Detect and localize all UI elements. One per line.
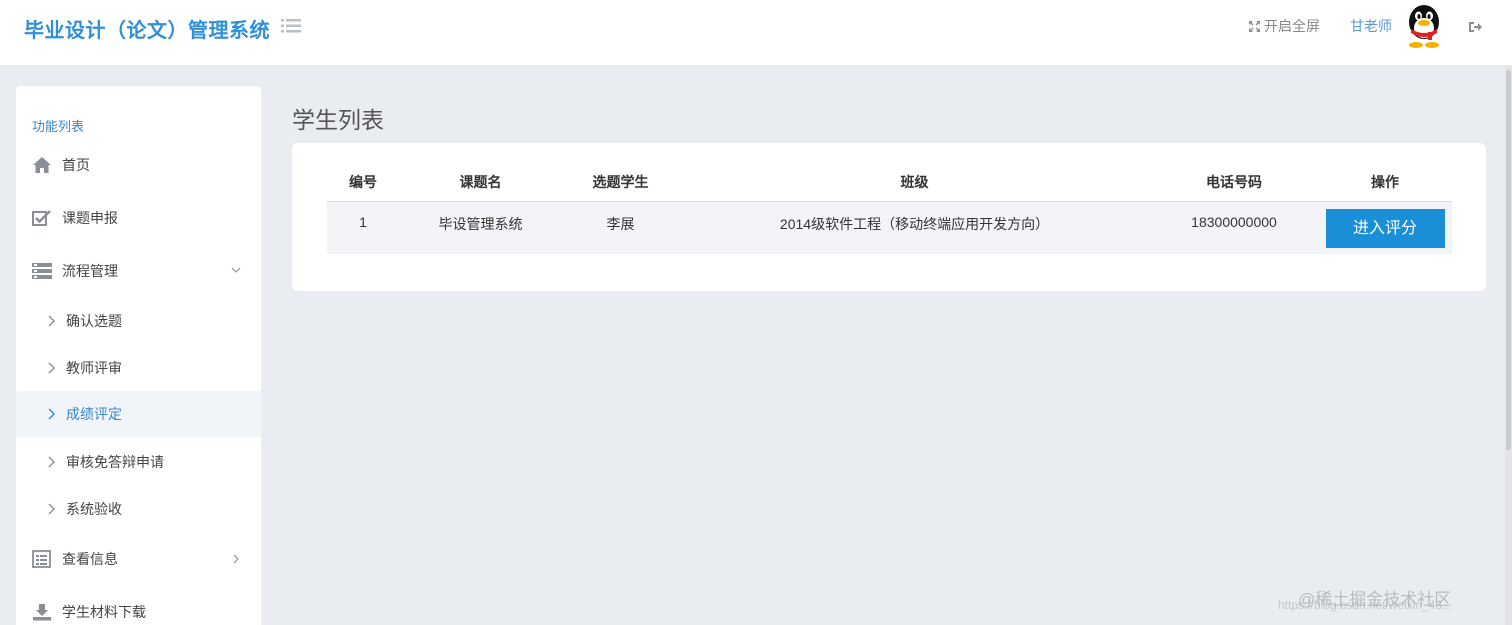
column-header-phone: 电话号码 bbox=[1150, 164, 1318, 202]
sidebar-subitem-acceptance[interactable]: 系统验收 bbox=[16, 486, 261, 532]
sidebar-item-label: 首页 bbox=[62, 157, 90, 173]
sidebar-subitem-confirm-topic[interactable]: 确认选题 bbox=[16, 298, 261, 344]
column-header-action: 操作 bbox=[1318, 164, 1452, 202]
avatar[interactable] bbox=[1403, 4, 1445, 48]
sidebar-subitem-grading[interactable]: 成绩评定 bbox=[16, 391, 261, 437]
username-link[interactable]: 甘老师 bbox=[1350, 0, 1392, 52]
logout-icon[interactable] bbox=[1468, 20, 1483, 34]
sidebar-item-label: 流程管理 bbox=[62, 263, 118, 279]
checkbox-icon bbox=[32, 210, 51, 226]
sidebar: 功能列表 首页 课题申报 流程管理 确认选题 教师评审 成绩评定 审核免答辩申请… bbox=[16, 86, 261, 625]
menu-toggle-icon[interactable] bbox=[281, 18, 301, 34]
column-header-class: 班级 bbox=[679, 164, 1150, 202]
chevron-right-icon bbox=[48, 362, 55, 374]
download-icon bbox=[33, 604, 51, 621]
fullscreen-label: 开启全屏 bbox=[1264, 18, 1320, 34]
page-title: 学生列表 bbox=[292, 107, 384, 133]
sidebar-subitem-label: 教师评审 bbox=[66, 360, 122, 376]
sidebar-item-view-info[interactable]: 查看信息 bbox=[16, 536, 261, 582]
enter-grading-button[interactable]: 进入评分 bbox=[1325, 208, 1445, 248]
sidebar-item-label: 课题申报 bbox=[62, 210, 118, 226]
sidebar-item-label: 学生材料下载 bbox=[62, 604, 146, 620]
cell-action: 进入评分 bbox=[1318, 201, 1452, 254]
column-header-student: 选题学生 bbox=[562, 164, 679, 202]
column-header-id: 编号 bbox=[327, 164, 399, 202]
sidebar-item-process[interactable]: 流程管理 bbox=[16, 248, 261, 294]
cell-class: 2014级软件工程（移动终端应用开发方向） bbox=[679, 201, 1150, 254]
chevron-right-icon bbox=[48, 408, 55, 420]
table-header-row: 编号 课题名 选题学生 班级 电话号码 操作 bbox=[327, 164, 1452, 202]
top-header: 毕业设计（论文）管理系统 开启全屏 甘老师 bbox=[0, 0, 1512, 66]
chevron-right-icon bbox=[48, 456, 55, 468]
watermark-url: https://blog.csdn.net/weixin_43... bbox=[1278, 598, 1453, 612]
cell-id: 1 bbox=[327, 201, 399, 254]
sidebar-heading: 功能列表 bbox=[32, 119, 85, 134]
student-list-card: 编号 课题名 选题学生 班级 电话号码 操作 1 毕设管理系统 李展 2014级… bbox=[292, 143, 1486, 291]
table-row: 1 毕设管理系统 李展 2014级软件工程（移动终端应用开发方向） 183000… bbox=[327, 201, 1452, 254]
sidebar-item-home[interactable]: 首页 bbox=[16, 142, 261, 188]
chevron-right-icon bbox=[48, 503, 55, 515]
sidebar-subitem-label: 审核免答辩申请 bbox=[66, 454, 164, 470]
column-header-topic: 课题名 bbox=[399, 164, 562, 202]
sidebar-subitem-label: 系统验收 bbox=[66, 501, 122, 517]
chevron-right-icon bbox=[48, 315, 55, 327]
scrollbar-thumb[interactable] bbox=[1506, 70, 1511, 450]
list-icon bbox=[32, 263, 52, 279]
student-table: 编号 课题名 选题学生 班级 电话号码 操作 1 毕设管理系统 李展 2014级… bbox=[327, 164, 1452, 254]
cell-phone: 18300000000 bbox=[1150, 201, 1318, 254]
sidebar-subitem-teacher-review[interactable]: 教师评审 bbox=[16, 345, 261, 391]
chevron-down-icon bbox=[231, 267, 241, 273]
sidebar-subitem-label: 确认选题 bbox=[66, 313, 122, 329]
app-title: 毕业设计（论文）管理系统 bbox=[24, 20, 270, 42]
sidebar-subitem-exemption-review[interactable]: 审核免答辩申请 bbox=[16, 439, 261, 485]
chevron-right-icon bbox=[233, 554, 239, 564]
sidebar-item-label: 查看信息 bbox=[62, 551, 118, 567]
cell-student: 李展 bbox=[562, 201, 679, 254]
expand-icon bbox=[1249, 20, 1260, 32]
table-icon bbox=[32, 550, 51, 568]
sidebar-item-download[interactable]: 学生材料下载 bbox=[16, 589, 261, 625]
cell-topic: 毕设管理系统 bbox=[399, 201, 562, 254]
sidebar-subitem-label: 成绩评定 bbox=[66, 406, 122, 422]
sidebar-item-topic-apply[interactable]: 课题申报 bbox=[16, 195, 261, 241]
home-icon bbox=[33, 157, 51, 173]
fullscreen-button[interactable]: 开启全屏 bbox=[1248, 0, 1320, 52]
